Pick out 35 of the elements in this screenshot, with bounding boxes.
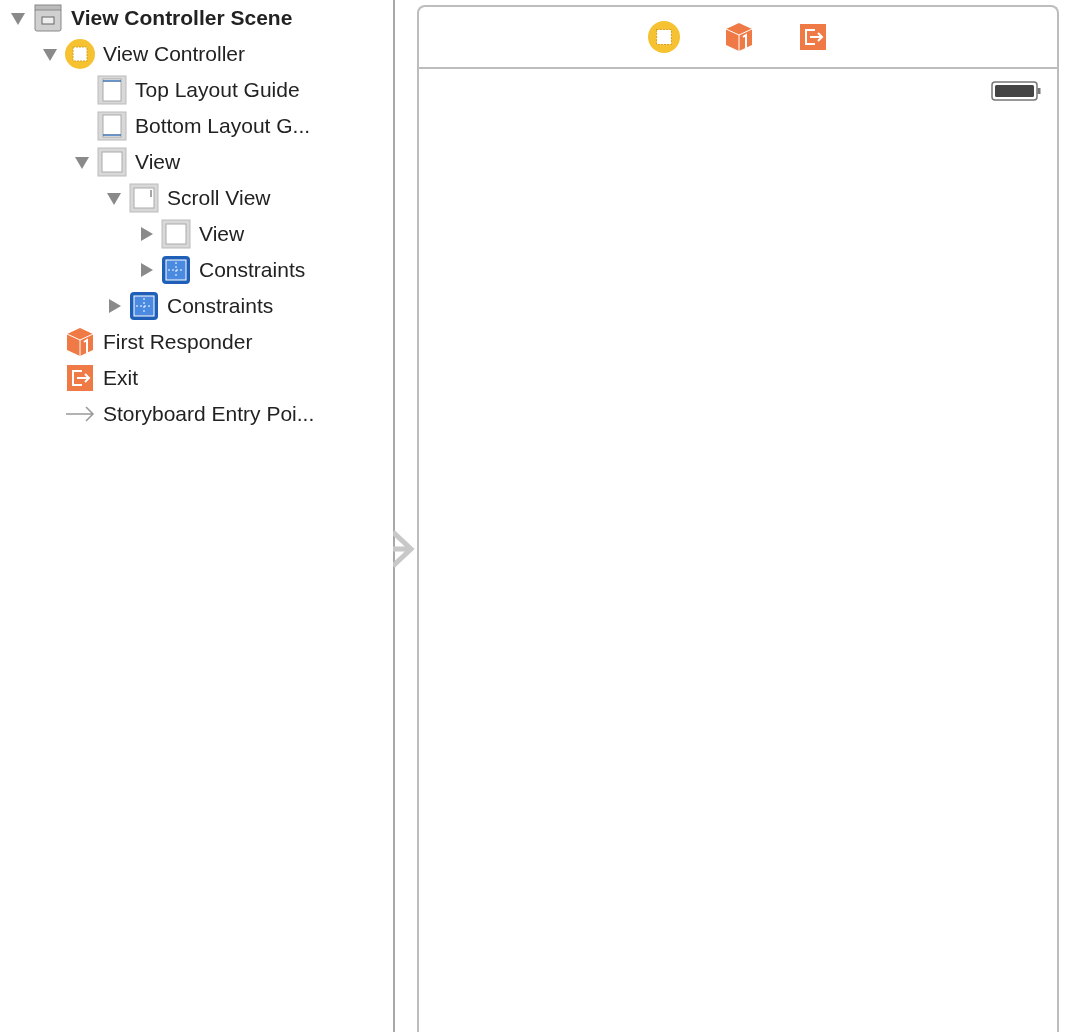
disclosure-triangle[interactable] xyxy=(74,154,90,170)
view-icon xyxy=(161,219,191,249)
disclosure-triangle[interactable] xyxy=(106,298,122,314)
outline-item[interactable]: Constraints xyxy=(199,258,306,282)
scene-icon xyxy=(33,3,63,33)
outline-item[interactable]: View xyxy=(199,222,245,246)
disclosure-triangle[interactable] xyxy=(42,46,58,62)
constraints-icon xyxy=(161,255,191,285)
constraints-icon xyxy=(129,291,159,321)
outline-item[interactable]: Scroll View xyxy=(167,186,271,210)
entry-arrow-icon xyxy=(393,530,415,568)
bottom-layout-guide-icon xyxy=(97,111,127,141)
outline-item[interactable]: Storyboard Entry Poi... xyxy=(103,402,315,426)
scroll-view-icon xyxy=(129,183,159,213)
disclosure-triangle[interactable] xyxy=(138,226,154,242)
exit-icon[interactable] xyxy=(798,22,828,52)
disclosure-triangle[interactable] xyxy=(10,10,26,26)
disclosure-triangle[interactable] xyxy=(138,262,154,278)
outline-item[interactable]: View xyxy=(135,150,181,174)
outline-item[interactable]: View Controller Scene xyxy=(71,6,293,30)
outline-item[interactable]: View Controller xyxy=(103,42,245,66)
cube-icon[interactable] xyxy=(724,22,754,52)
outline-item[interactable]: Exit xyxy=(103,366,138,390)
view-controller-icon xyxy=(65,39,95,69)
disclosure-triangle[interactable] xyxy=(106,190,122,206)
outline-item[interactable]: Constraints xyxy=(167,294,274,318)
top-layout-guide-icon xyxy=(97,75,127,105)
view-icon xyxy=(97,147,127,177)
exit-icon xyxy=(65,363,95,393)
outline-item[interactable]: First Responder xyxy=(103,330,253,354)
cube-icon xyxy=(65,327,95,357)
view-controller-icon[interactable] xyxy=(648,21,680,53)
outline-item[interactable]: Bottom Layout G... xyxy=(135,114,311,138)
battery-icon xyxy=(991,81,1041,101)
outline-item[interactable]: Top Layout Guide xyxy=(135,78,300,102)
